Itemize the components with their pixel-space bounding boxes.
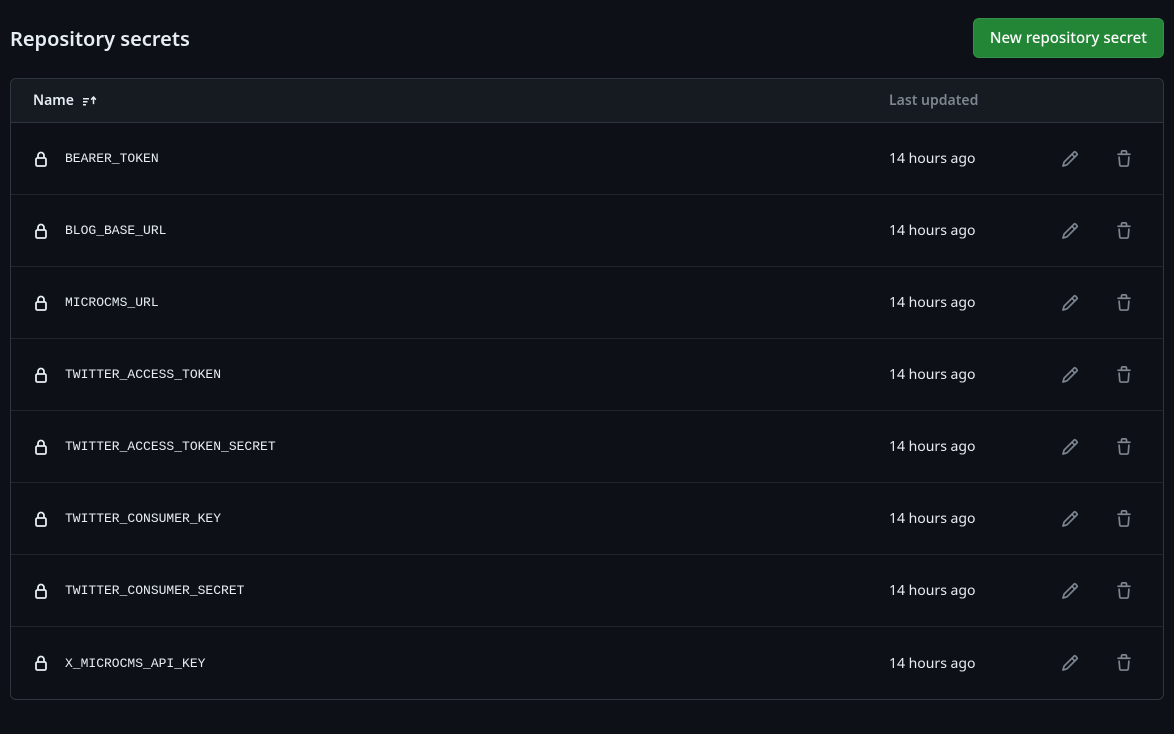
secret-name: TWITTER_CONSUMER_KEY	[65, 511, 221, 526]
lock-icon	[33, 510, 49, 528]
edit-button[interactable]	[1057, 434, 1083, 460]
trash-icon	[1115, 222, 1133, 240]
table-row: TWITTER_ACCESS_TOKEN_SECRET 14 hours ago	[11, 411, 1163, 483]
trash-icon	[1115, 654, 1133, 672]
pencil-icon	[1061, 222, 1079, 240]
delete-button[interactable]	[1111, 506, 1137, 532]
secret-actions	[1029, 578, 1141, 604]
pencil-icon	[1061, 438, 1079, 456]
lock-icon	[33, 366, 49, 384]
secret-name: BEARER_TOKEN	[65, 151, 159, 166]
secret-name: X_MICROCMS_API_KEY	[65, 656, 205, 671]
pencil-icon	[1061, 150, 1079, 168]
secret-name: TWITTER_CONSUMER_SECRET	[65, 583, 244, 598]
lock-icon	[33, 582, 49, 600]
secret-updated: 14 hours ago	[889, 654, 1029, 673]
secret-name-cell: BEARER_TOKEN	[33, 150, 889, 168]
delete-button[interactable]	[1111, 362, 1137, 388]
column-header-last-updated: Last updated	[889, 91, 1029, 110]
trash-icon	[1115, 438, 1133, 456]
secret-actions	[1029, 506, 1141, 532]
column-header-name-label: Name	[33, 91, 74, 110]
trash-icon	[1115, 582, 1133, 600]
secret-updated: 14 hours ago	[889, 581, 1029, 600]
secret-updated: 14 hours ago	[889, 149, 1029, 168]
secret-actions	[1029, 218, 1141, 244]
table-row: MICROCMS_URL 14 hours ago	[11, 267, 1163, 339]
delete-button[interactable]	[1111, 218, 1137, 244]
pencil-icon	[1061, 582, 1079, 600]
lock-icon	[33, 438, 49, 456]
delete-button[interactable]	[1111, 146, 1137, 172]
secret-actions	[1029, 434, 1141, 460]
page-title: Repository secrets	[10, 25, 190, 52]
secret-actions	[1029, 650, 1141, 676]
edit-button[interactable]	[1057, 362, 1083, 388]
pencil-icon	[1061, 294, 1079, 312]
secret-name: TWITTER_ACCESS_TOKEN	[65, 367, 221, 382]
header: Repository secrets New repository secret	[10, 10, 1164, 62]
secret-updated: 14 hours ago	[889, 437, 1029, 456]
secret-name-cell: TWITTER_CONSUMER_KEY	[33, 510, 889, 528]
edit-button[interactable]	[1057, 650, 1083, 676]
secrets-table: Name Last updated BEARER_TOKEN 14 hours …	[10, 78, 1164, 700]
pencil-icon	[1061, 654, 1079, 672]
secret-actions	[1029, 362, 1141, 388]
edit-button[interactable]	[1057, 146, 1083, 172]
lock-icon	[33, 654, 49, 672]
secret-name: BLOG_BASE_URL	[65, 223, 166, 238]
lock-icon	[33, 222, 49, 240]
new-repository-secret-button[interactable]: New repository secret	[973, 18, 1164, 58]
secret-updated: 14 hours ago	[889, 293, 1029, 312]
delete-button[interactable]	[1111, 578, 1137, 604]
trash-icon	[1115, 294, 1133, 312]
table-row: BEARER_TOKEN 14 hours ago	[11, 123, 1163, 195]
edit-button[interactable]	[1057, 506, 1083, 532]
delete-button[interactable]	[1111, 434, 1137, 460]
lock-icon	[33, 294, 49, 312]
secret-name-cell: TWITTER_ACCESS_TOKEN	[33, 366, 889, 384]
secret-name: TWITTER_ACCESS_TOKEN_SECRET	[65, 439, 276, 454]
edit-button[interactable]	[1057, 290, 1083, 316]
column-header-name[interactable]: Name	[33, 91, 889, 110]
secret-actions	[1029, 290, 1141, 316]
edit-button[interactable]	[1057, 218, 1083, 244]
pencil-icon	[1061, 510, 1079, 528]
table-row: TWITTER_ACCESS_TOKEN 14 hours ago	[11, 339, 1163, 411]
secret-updated: 14 hours ago	[889, 365, 1029, 384]
delete-button[interactable]	[1111, 290, 1137, 316]
secret-name-cell: X_MICROCMS_API_KEY	[33, 654, 889, 672]
table-row: X_MICROCMS_API_KEY 14 hours ago	[11, 627, 1163, 699]
secret-name: MICROCMS_URL	[65, 295, 159, 310]
secret-actions	[1029, 146, 1141, 172]
secret-name-cell: TWITTER_ACCESS_TOKEN_SECRET	[33, 438, 889, 456]
table-row: TWITTER_CONSUMER_KEY 14 hours ago	[11, 483, 1163, 555]
trash-icon	[1115, 366, 1133, 384]
edit-button[interactable]	[1057, 578, 1083, 604]
lock-icon	[33, 150, 49, 168]
secret-name-cell: TWITTER_CONSUMER_SECRET	[33, 582, 889, 600]
secret-updated: 14 hours ago	[889, 221, 1029, 240]
trash-icon	[1115, 510, 1133, 528]
table-row: TWITTER_CONSUMER_SECRET 14 hours ago	[11, 555, 1163, 627]
sort-icon	[82, 93, 98, 109]
secret-updated: 14 hours ago	[889, 509, 1029, 528]
secret-name-cell: BLOG_BASE_URL	[33, 222, 889, 240]
pencil-icon	[1061, 366, 1079, 384]
trash-icon	[1115, 150, 1133, 168]
table-header: Name Last updated	[11, 79, 1163, 123]
secret-name-cell: MICROCMS_URL	[33, 294, 889, 312]
delete-button[interactable]	[1111, 650, 1137, 676]
table-row: BLOG_BASE_URL 14 hours ago	[11, 195, 1163, 267]
